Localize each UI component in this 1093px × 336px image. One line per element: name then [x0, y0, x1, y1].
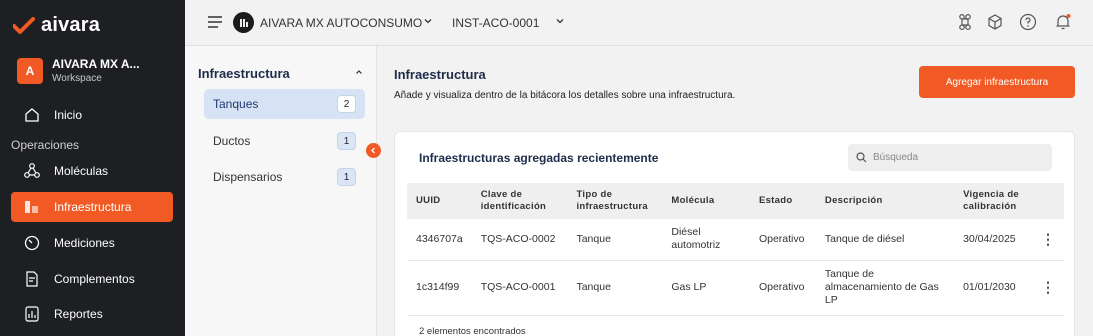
nav-label-moleculas: Moléculas: [54, 164, 109, 178]
brand-name: aivara: [41, 14, 101, 36]
menu-icon[interactable]: [207, 14, 223, 30]
nav-item-complementos[interactable]: Complementos: [11, 264, 173, 294]
column-header-actions: [1031, 183, 1064, 219]
gauge-icon: [24, 235, 40, 251]
workspace-switcher[interactable]: A AIVARA MX A... Workspace: [17, 57, 140, 84]
cell-uuid: 1c314f99: [407, 260, 472, 316]
org-logo-icon: [233, 12, 254, 33]
document-plus-icon: [26, 271, 38, 287]
nav-label-reportes: Reportes: [54, 307, 103, 321]
subnav-label: Dispensarios: [213, 170, 283, 184]
cell-molecula: Diésel automotriz: [662, 219, 750, 261]
help-icon[interactable]: [1019, 13, 1037, 31]
bell-icon[interactable]: [1054, 13, 1072, 31]
nav-item-moleculas[interactable]: Moléculas: [11, 156, 173, 186]
nav-label-infraestructura: Infraestructura: [54, 200, 132, 214]
cell-descripcion: Tanque de diésel: [815, 219, 955, 261]
search-icon: [856, 152, 867, 163]
cell-tipo: Tanque: [567, 219, 663, 261]
infrastructure-table: UUID Clave de identificación Tipo de inf…: [407, 183, 1064, 316]
column-header-uuid[interactable]: UUID: [407, 183, 472, 219]
page-description: Añade y visualiza dentro de la bitácora …: [394, 90, 736, 101]
column-header-tipo[interactable]: Tipo de infraestructura: [567, 183, 663, 219]
collapse-panel-button[interactable]: [366, 143, 381, 158]
column-header-molecula[interactable]: Molécula: [662, 183, 750, 219]
row-actions-icon[interactable]: ⋮: [1031, 219, 1064, 261]
subnav-label: Tanques: [213, 97, 259, 111]
cell-clave: TQS-ACO-0002: [471, 219, 568, 261]
table-header-row: UUID Clave de identificación Tipo de inf…: [407, 183, 1064, 219]
aivara-logo-icon: [13, 16, 35, 34]
cell-estado: Operativo: [749, 219, 816, 261]
cell-uuid: 4346707a: [407, 219, 472, 261]
card-title: Infraestructuras agregadas recientemente: [419, 151, 659, 165]
molecule-icon: [24, 163, 40, 178]
command-icon[interactable]: [956, 13, 974, 31]
cell-descripcion: Tanque de almacenamiento de Gas LP: [815, 260, 955, 316]
nav-item-infraestructura[interactable]: Infraestructura: [11, 192, 173, 222]
subnav-label: Ductos: [213, 134, 251, 148]
infrastructure-icon: [25, 201, 38, 213]
column-header-estado[interactable]: Estado: [749, 183, 816, 219]
workspace-name: AIVARA MX A...: [52, 57, 140, 71]
infrastructure-subnav: Infraestructura Tanques 2 Ductos 1 Dispe…: [185, 46, 377, 336]
table-row[interactable]: 1c314f99 TQS-ACO-0001 Tanque Gas LP Oper…: [407, 260, 1064, 316]
chevron-down-icon[interactable]: [423, 16, 433, 26]
subnav-title: Infraestructura: [198, 66, 290, 81]
nav-label-inicio: Inicio: [54, 108, 83, 122]
cell-molecula: Gas LP: [662, 260, 750, 316]
column-header-vigencia[interactable]: Vigencia de calibración: [954, 183, 1032, 219]
subnav-item-ductos[interactable]: Ductos 1: [204, 126, 365, 156]
results-count: 2 elementos encontrados: [419, 326, 526, 336]
org-selector[interactable]: AIVARA MX AUTOCONSUMO: [260, 16, 422, 30]
cube-icon[interactable]: [986, 13, 1004, 31]
cell-clave: TQS-ACO-0001: [471, 260, 568, 316]
report-icon: [25, 306, 39, 322]
nav-label-mediciones: Mediciones: [54, 236, 115, 250]
installation-selector[interactable]: INST-ACO-0001: [452, 16, 539, 30]
count-badge: 2: [337, 95, 356, 113]
count-badge: 1: [337, 168, 356, 186]
chevron-left-icon: [371, 147, 375, 154]
count-badge: 1: [337, 132, 356, 150]
cell-tipo: Tanque: [567, 260, 663, 316]
brand-logo[interactable]: aivara: [13, 14, 100, 37]
page-title: Infraestructura: [394, 67, 486, 82]
home-icon: [25, 108, 39, 122]
nav-label-complementos: Complementos: [54, 272, 135, 286]
table-row[interactable]: 4346707a TQS-ACO-0002 Tanque Diésel auto…: [407, 219, 1064, 261]
column-header-clave[interactable]: Clave de identificación: [471, 183, 568, 219]
chevron-down-icon[interactable]: [555, 16, 565, 26]
subnav-item-dispensarios[interactable]: Dispensarios 1: [204, 162, 365, 192]
nav-item-reportes[interactable]: Reportes: [11, 299, 173, 329]
cell-vigencia: 01/01/2030: [954, 260, 1032, 316]
cell-vigencia: 30/04/2025: [954, 219, 1032, 261]
workspace-subtitle: Workspace: [52, 73, 102, 84]
workspace-avatar: A: [17, 57, 43, 84]
search-input[interactable]: [873, 152, 1043, 163]
recent-infrastructure-card: Infraestructuras agregadas recientemente…: [394, 131, 1075, 336]
cell-estado: Operativo: [749, 260, 816, 316]
sidebar: aivara A AIVARA MX A... Workspace Inicio…: [0, 0, 185, 336]
nav-item-inicio[interactable]: Inicio: [11, 100, 173, 130]
add-infrastructure-button[interactable]: Agregar infraestructura: [919, 66, 1075, 98]
top-bar: AIVARA MX AUTOCONSUMO INST-ACO-0001: [185, 0, 1093, 46]
column-header-descripcion[interactable]: Descripción: [815, 183, 955, 219]
chevron-up-icon[interactable]: [355, 68, 363, 76]
nav-section-operaciones: Operaciones: [11, 138, 80, 152]
row-actions-icon[interactable]: ⋮: [1031, 260, 1064, 316]
search-box[interactable]: [848, 144, 1052, 171]
app-root: aivara A AIVARA MX A... Workspace Inicio…: [0, 0, 1093, 336]
nav-item-mediciones[interactable]: Mediciones: [11, 228, 173, 258]
subnav-item-tanques[interactable]: Tanques 2: [204, 89, 365, 119]
